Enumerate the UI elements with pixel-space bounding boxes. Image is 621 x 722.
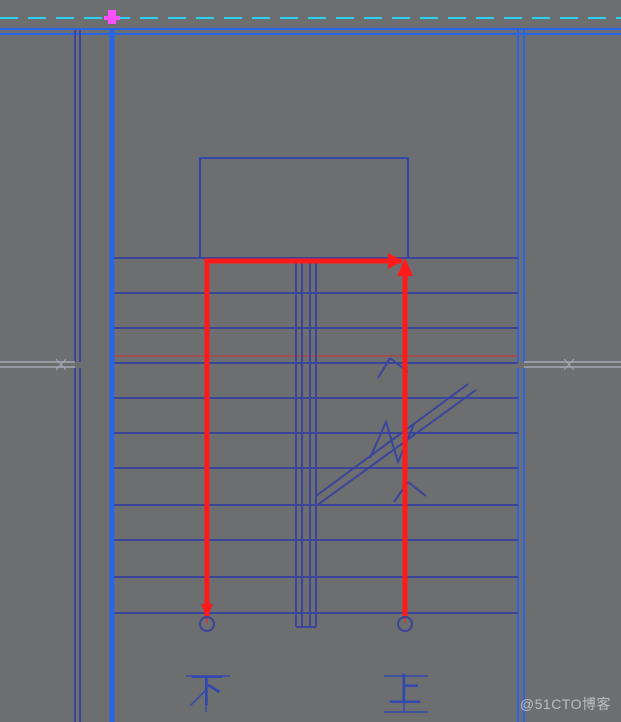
center-stringers [296, 258, 316, 627]
x-mark-left [56, 359, 66, 370]
watermark: @51CTO博客 [520, 694, 611, 714]
break-line [316, 384, 476, 506]
intersection-marker-h [104, 16, 120, 20]
landing-rect [200, 158, 408, 258]
break-arrow-chevrons [378, 358, 426, 502]
label-down: 下 [190, 673, 224, 710]
x-mark-right [564, 359, 574, 370]
cad-viewport[interactable]: 下 上 [0, 0, 621, 722]
label-up: 上 [388, 673, 422, 710]
